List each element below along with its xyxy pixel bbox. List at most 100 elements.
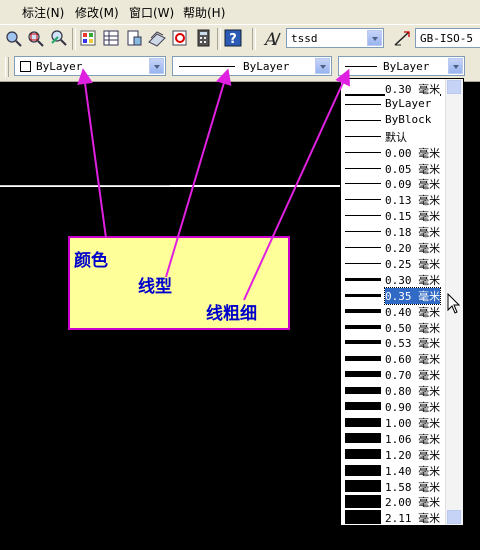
lineweight-swatch — [345, 479, 381, 492]
lineweight-option-label: 默认 — [385, 130, 407, 144]
lineweight-option[interactable]: 1.06 毫米 — [341, 430, 445, 446]
text-style-select[interactable]: tssd — [286, 28, 384, 48]
lineweight-option[interactable]: 0.20 毫米 — [341, 239, 445, 255]
lineweight-option-label: 0.09 毫米 — [385, 178, 441, 192]
chevron-down-icon[interactable] — [149, 58, 164, 74]
lineweight-option[interactable]: 默认 — [341, 128, 445, 144]
lineweight-swatch — [345, 119, 381, 121]
zoom-previous-icon[interactable] — [48, 28, 68, 48]
lineweight-option[interactable]: 0.60 毫米 — [341, 350, 445, 366]
chevron-down-icon[interactable] — [315, 58, 330, 74]
lineweight-option-label: 1.58 毫米 — [385, 480, 441, 494]
lineweight-option[interactable]: 0.80 毫米 — [341, 382, 445, 398]
design-center-icon[interactable] — [101, 28, 121, 48]
lineweight-swatch — [345, 324, 381, 329]
lineweight-swatch — [345, 247, 381, 248]
lineweight-swatch — [345, 199, 381, 201]
lineweight-swatch — [345, 277, 381, 281]
lineweight-option-label: ByLayer — [385, 96, 432, 110]
lineweight-swatch — [345, 417, 381, 427]
lineweight-swatch — [345, 151, 381, 153]
chevron-down-icon[interactable] — [448, 58, 463, 74]
callout-linetype-label: 线型 — [138, 277, 172, 297]
lineweight-swatch — [345, 448, 381, 459]
lineweight-dropdown[interactable]: 0.30 毫米 ByLayer ByBlock 默认 0.00 毫米 0.05 毫米 0.0… — [340, 78, 464, 526]
callout-lineweight-label: 线粗细 — [206, 304, 257, 324]
lineweight-control[interactable]: ByLayer — [338, 56, 465, 76]
lineweight-swatch — [345, 510, 381, 525]
lineweight-swatch — [345, 464, 381, 476]
lineweight-option[interactable]: 0.35 毫米 — [341, 286, 445, 305]
lineweight-option[interactable]: 0.13 毫米 — [341, 191, 445, 207]
lineweight-swatch — [345, 262, 381, 264]
menu-window[interactable]: 窗口(W) — [129, 4, 174, 21]
lineweight-swatch — [345, 387, 381, 395]
help-icon[interactable]: ? — [223, 28, 243, 48]
color-swatch — [20, 61, 31, 72]
lineweight-option[interactable]: 0.53 毫米 — [341, 334, 445, 350]
lineweight-option[interactable]: 0.09 毫米 — [341, 175, 445, 191]
lineweight-option[interactable]: 0.40 毫米 — [341, 303, 445, 319]
menu-dimension[interactable]: 标注(N) — [22, 4, 64, 21]
tool-palette-icon[interactable] — [124, 28, 144, 48]
drawn-line-thin — [0, 185, 170, 186]
lineweight-option-label: 0.90 毫米 — [385, 401, 441, 414]
lineweight-option-label: 0.05 毫米 — [385, 162, 441, 176]
dim-style-select[interactable]: GB-ISO-5 — [415, 28, 480, 48]
lineweight-option[interactable]: 1.58 毫米 — [341, 478, 445, 494]
zoom-window-icon[interactable] — [26, 28, 46, 48]
lineweight-swatch — [345, 135, 381, 137]
lineweight-option[interactable]: 0.70 毫米 — [341, 366, 445, 382]
lineweight-option[interactable]: 0.15 毫米 — [341, 207, 445, 223]
lineweight-option[interactable]: 1.20 毫米 — [341, 446, 445, 462]
chevron-down-icon[interactable] — [367, 30, 382, 46]
lineweight-preview — [345, 66, 377, 67]
lineweight-swatch — [345, 231, 381, 233]
lineweight-option[interactable]: ByLayer — [341, 96, 445, 112]
lineweight-swatch — [345, 402, 381, 410]
linetype-control[interactable]: ByLayer — [172, 56, 332, 76]
lineweight-option-label: 0.13 毫米 — [385, 194, 441, 208]
sheet-set-icon[interactable] — [147, 28, 167, 48]
lineweight-option[interactable]: 0.05 毫米 — [341, 160, 445, 176]
lineweight-option[interactable]: 0.18 毫米 — [341, 223, 445, 239]
lineweight-option-label: 0.35 毫米 — [383, 286, 442, 305]
lineweight-option[interactable]: 0.30 毫米 — [341, 271, 445, 287]
lineweight-value: ByLayer — [383, 60, 430, 73]
lineweight-option[interactable]: 0.50 毫米 — [341, 319, 445, 335]
lineweight-option[interactable]: 2.11 毫米 — [341, 509, 445, 525]
lineweight-swatch — [345, 432, 381, 443]
lineweight-option[interactable]: 1.40 毫米 — [341, 462, 445, 478]
lineweight-swatch — [345, 340, 381, 345]
menu-modify[interactable]: 修改(M) — [75, 4, 119, 21]
dim-style-icon[interactable] — [392, 28, 412, 48]
lineweight-option[interactable]: 1.00 毫米 — [341, 414, 445, 430]
lineweight-option[interactable]: 2.00 毫米 — [341, 493, 445, 509]
lineweight-option[interactable]: 0.90 毫米 — [341, 398, 445, 414]
lineweight-option-label: 0.70 毫米 — [385, 369, 441, 383]
lineweight-swatch — [345, 215, 381, 217]
properties-icon[interactable] — [78, 28, 98, 48]
scroll-up-icon[interactable] — [447, 80, 461, 94]
text-style-value: tssd — [291, 32, 318, 45]
color-control[interactable]: ByLayer — [14, 56, 166, 76]
calculator-icon[interactable] — [193, 28, 213, 48]
lineweight-option-label: 0.18 毫米 — [385, 226, 441, 240]
color-value: ByLayer — [36, 60, 83, 73]
lineweight-option[interactable]: 0.30 毫米 — [341, 80, 445, 97]
lineweight-option[interactable]: 0.00 毫米 — [341, 144, 445, 160]
lineweight-option-label: 0.25 毫米 — [385, 257, 441, 271]
lineweight-swatch — [345, 308, 381, 313]
scroll-down-icon[interactable] — [447, 510, 461, 524]
lineweight-swatch — [345, 103, 381, 105]
lineweight-option-label: 0.53 毫米 — [385, 337, 441, 351]
markup-icon[interactable] — [170, 28, 190, 48]
svg-text:A: A — [263, 30, 277, 48]
lineweight-option[interactable]: ByBlock — [341, 112, 445, 128]
lineweight-swatch — [345, 293, 381, 297]
text-style-icon[interactable]: A — [262, 28, 282, 50]
menu-help[interactable]: 帮助(H) — [183, 4, 225, 21]
lineweight-option-label: 1.00 毫米 — [385, 416, 441, 430]
lineweight-option[interactable]: 0.25 毫米 — [341, 255, 445, 271]
zoom-realtime-icon[interactable] — [4, 28, 24, 48]
